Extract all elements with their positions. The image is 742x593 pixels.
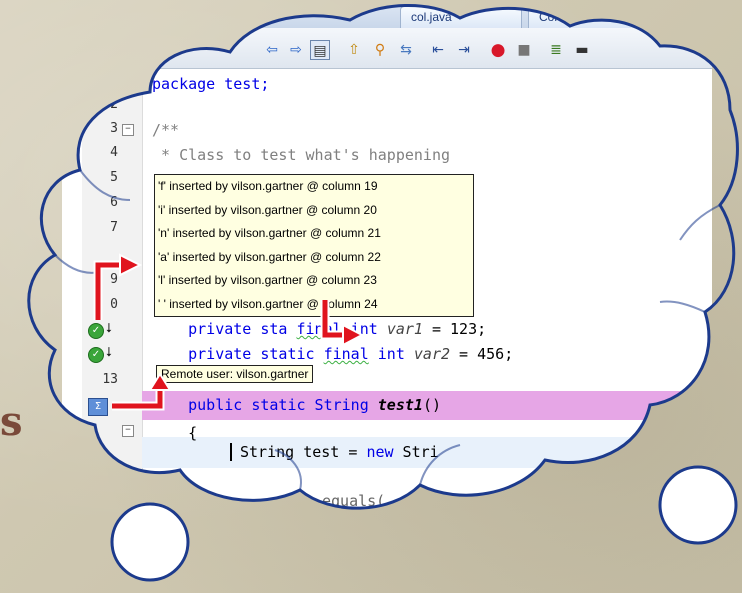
annotation-arrows <box>93 253 365 411</box>
